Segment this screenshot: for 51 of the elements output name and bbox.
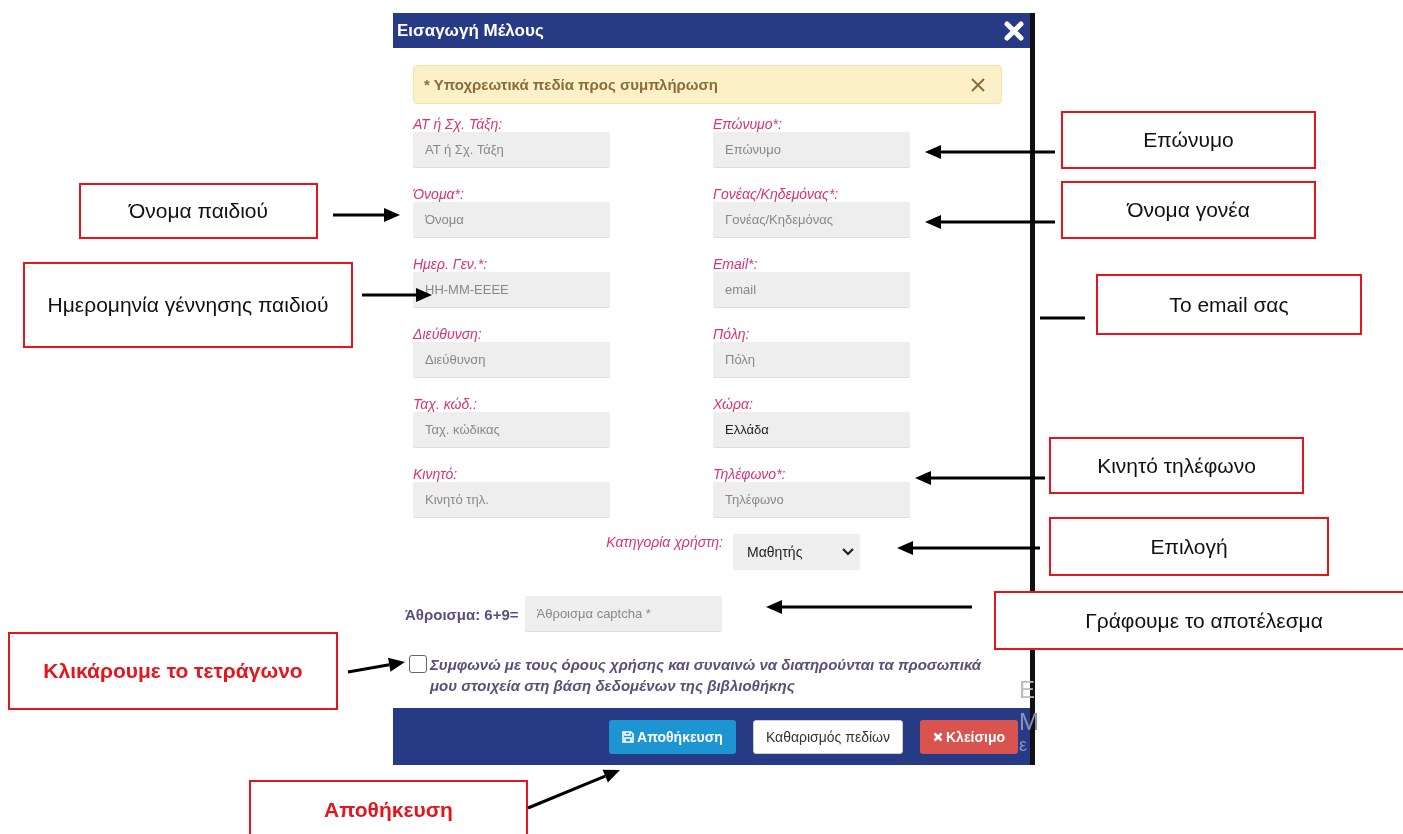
callout-box: Όνομα γονέα bbox=[1061, 181, 1316, 239]
field-label: Ημερ. Γεν.*: bbox=[413, 256, 488, 272]
input-field[interactable]: Ταχ. κώδικας bbox=[413, 412, 610, 448]
background-text: ε bbox=[1019, 734, 1028, 757]
chevron-icon bbox=[842, 548, 854, 556]
field-label: Διεύθυνση: bbox=[413, 326, 482, 342]
captcha-label: Άθροισμα: 6+9= bbox=[405, 605, 519, 623]
field-label: ΑΤ ή Σχ. Τάξη: bbox=[413, 116, 503, 132]
select-dropdown[interactable]: Μαθητής bbox=[733, 534, 860, 570]
callout-box: Το email σας bbox=[1096, 274, 1362, 335]
field-label: Γονέας/Κηδεμόνας*: bbox=[713, 186, 839, 202]
input-field[interactable]: Τηλέφωνο bbox=[713, 482, 910, 518]
input-field[interactable]: Όνομα bbox=[413, 202, 610, 238]
field-label: Ταχ. κώδ.: bbox=[413, 396, 477, 412]
input-field[interactable]: Διεύθυνση bbox=[413, 342, 610, 378]
checkbox[interactable] bbox=[409, 655, 427, 673]
field-label: Κινητό: bbox=[413, 466, 458, 482]
callout-box: Κλικάρουμε το τετράγωνο bbox=[8, 632, 338, 710]
callout-box: Επιλογή bbox=[1049, 517, 1329, 576]
captcha-field[interactable]: Άθροισμα captcha * bbox=[524, 596, 722, 632]
reset-button[interactable]: Καθαρισμός πεδίων bbox=[752, 719, 903, 754]
arrow bbox=[333, 208, 400, 222]
callout-box: Όνομα παιδιού bbox=[79, 183, 318, 239]
field-label: Επώνυμο*: bbox=[713, 116, 782, 132]
callout-box: Κινητό τηλέφωνο bbox=[1049, 437, 1304, 494]
close-icon bbox=[933, 731, 943, 742]
field-label: Τηλέφωνο*: bbox=[713, 466, 786, 482]
input-field[interactable]: Γονέας/Κηδεμόνας bbox=[713, 202, 910, 238]
field-label: Κατηγορία χρήστη: bbox=[606, 534, 723, 550]
callout-box: Γράφουμε το αποτέλεσμα bbox=[994, 591, 1403, 650]
field-label: Όνομα*: bbox=[413, 186, 464, 202]
floppy-icon bbox=[622, 730, 635, 743]
field-label: Πόλη: bbox=[713, 326, 750, 342]
input-field[interactable]: Κινητό τηλ. bbox=[413, 482, 610, 518]
input-field[interactable]: Επώνυμο bbox=[713, 132, 910, 168]
dialog-title: Εισαγωγή Μέλους bbox=[397, 20, 544, 41]
callout-box: Επώνυμο bbox=[1061, 111, 1316, 169]
callout-box: Ημερομηνία γέννησης παιδιού bbox=[23, 262, 353, 348]
input-field[interactable]: Ελλάδα bbox=[713, 412, 910, 448]
leader-line bbox=[1040, 316, 1085, 320]
callout-box: Αποθήκευση bbox=[249, 780, 528, 834]
input-field[interactable]: HH-MM-EEEE bbox=[413, 272, 610, 308]
input-field[interactable]: ΑΤ ή Σχ. Τάξη bbox=[413, 132, 610, 168]
field-label: Χώρα: bbox=[713, 396, 753, 412]
close-button[interactable]: Κλείσιμο bbox=[920, 719, 1018, 754]
alert-text: * Υποχρεωτικά πεδία προς συμπλήρωση bbox=[424, 76, 718, 93]
input-field[interactable]: Πόλη bbox=[713, 342, 910, 378]
arrow bbox=[347, 657, 405, 674]
field-label: Email*: bbox=[713, 256, 758, 272]
agreement-text: Συμφωνώ με τους όρους χρήσης και συναινώ να διατηρούνται τα προσωπικά μου στοιχεία στη βάση δεδομένων της βιβλιοθήκης bbox=[430, 655, 983, 696]
input-field[interactable]: email bbox=[713, 272, 910, 308]
